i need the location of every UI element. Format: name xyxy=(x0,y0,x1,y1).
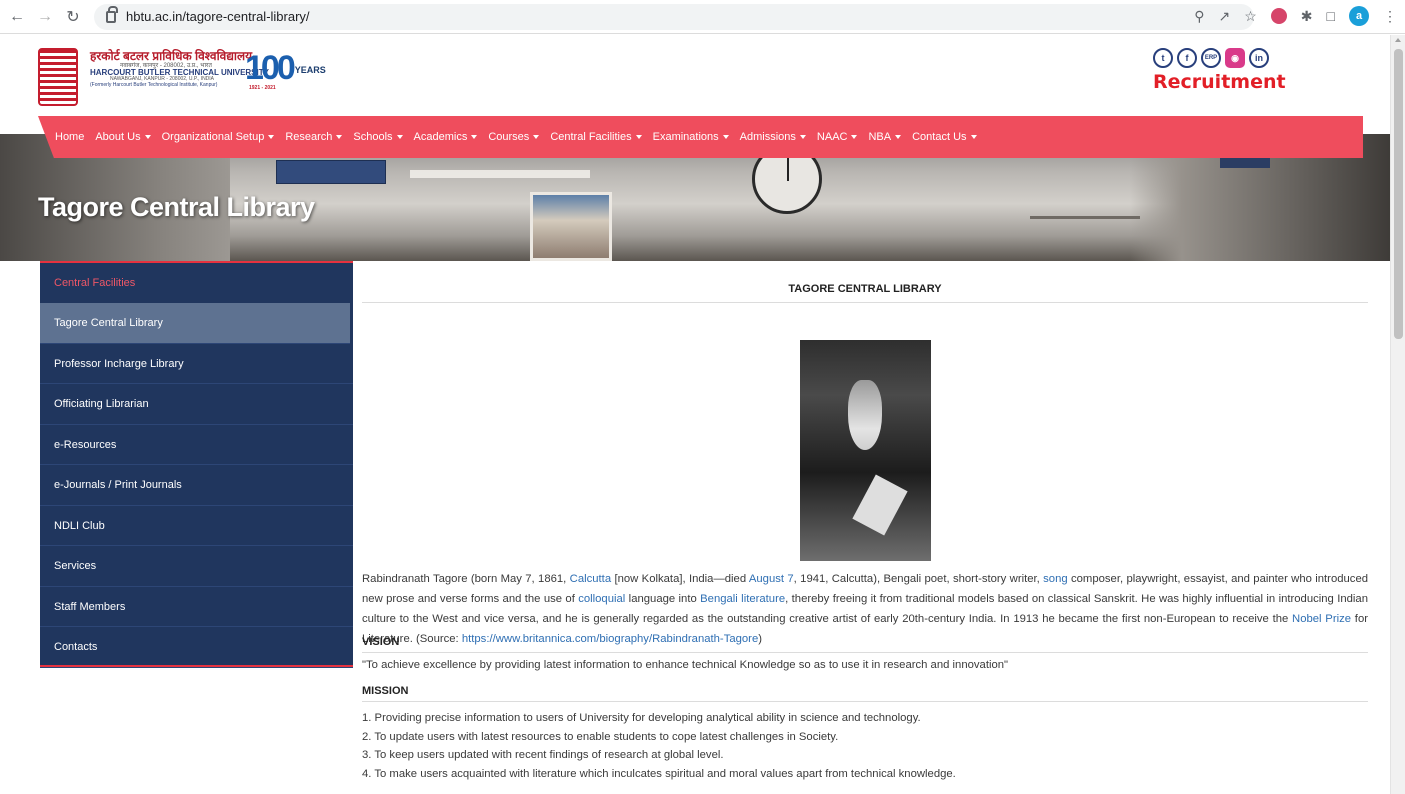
sidebar-menu: Central Facilities Tagore Central Librar… xyxy=(40,261,353,668)
nav-item-examinations[interactable]: Examinations xyxy=(653,131,729,143)
nav-item-about-us[interactable]: About Us xyxy=(95,131,151,143)
colloquial-link[interactable]: colloquial xyxy=(578,593,625,605)
mission-item: 4. To make users acquainted with literat… xyxy=(362,767,956,780)
vision-text: "To achieve excellence by providing late… xyxy=(362,659,1009,671)
browser-toolbar: ← → ↻ hbtu.ac.in/tagore-central-library/… xyxy=(0,0,1405,34)
nav-item-organizational-setup[interactable]: Organizational Setup xyxy=(162,131,275,143)
caret-down-icon xyxy=(396,135,403,139)
mission-item: 1. Providing precise information to user… xyxy=(362,712,921,724)
mission-item: 3. To keep users updated with recent fin… xyxy=(362,749,724,761)
site-header: हरकोर्ट बटलर प्राविधिक विश्वविद्यालय नवा… xyxy=(0,35,1390,119)
instagram-icon[interactable]: ◉ xyxy=(1225,48,1245,68)
caret-down-icon xyxy=(268,135,275,139)
facebook-icon[interactable]: f xyxy=(1177,48,1197,68)
sidebar-item-staff-members[interactable]: Staff Members xyxy=(40,587,353,627)
main-content: TAGORE CENTRAL LIBRARY Rabindranath Tago… xyxy=(362,283,1368,780)
mission-item: 2. To update users with latest resources… xyxy=(362,730,839,743)
mission-list: 1. Providing precise information to user… xyxy=(362,709,956,783)
browser-actions: ⚲ ↗ ☆ ✱ □ a ⋮ xyxy=(1194,6,1397,26)
calcutta-link[interactable]: Calcutta xyxy=(570,573,611,585)
nav-item-schools[interactable]: Schools xyxy=(353,131,403,143)
scrollbar-thumb[interactable] xyxy=(1394,49,1403,339)
linkedin-icon[interactable]: in xyxy=(1249,48,1269,68)
back-arrow-icon[interactable]: ← xyxy=(6,6,28,28)
puzzle-extensions-icon[interactable]: ✱ xyxy=(1301,8,1313,25)
notice-board-image xyxy=(276,160,386,184)
recruitment-link[interactable]: Recruitment xyxy=(1153,71,1286,93)
page-scrollbar[interactable] xyxy=(1390,35,1405,794)
sidebar-item-e-journals-print-journals[interactable]: e-Journals / Print Journals xyxy=(40,465,353,506)
centenary-range: 1921 - 2021 xyxy=(249,85,276,91)
university-name-hindi: हरकोर्ट बटलर प्राविधिक विश्वविद्यालय xyxy=(90,49,253,63)
sidebar-item-services[interactable]: Services xyxy=(40,546,353,587)
caret-down-icon xyxy=(851,135,858,139)
university-name-block: हरकोर्ट बटलर प्राविधिक विश्वविद्यालय नवा… xyxy=(90,50,269,88)
twitter-icon[interactable]: t xyxy=(1153,48,1173,68)
lock-icon xyxy=(106,5,118,23)
centenary-word: YEARS xyxy=(294,65,326,75)
nav-item-contact-us[interactable]: Contact Us xyxy=(912,131,977,143)
erp-icon[interactable]: ERP xyxy=(1201,48,1221,68)
sidebar-item-contacts[interactable]: Contacts xyxy=(40,627,353,668)
nav-item-courses[interactable]: Courses xyxy=(488,131,540,143)
centenary-logo: 100 YEARS 1921 - 2021 xyxy=(245,49,326,91)
caret-down-icon xyxy=(635,135,642,139)
tagore-portrait-image xyxy=(530,192,612,261)
caret-down-icon xyxy=(533,135,540,139)
sidebar-heading[interactable]: Central Facilities xyxy=(40,263,353,303)
nav-item-academics[interactable]: Academics xyxy=(414,131,478,143)
caret-down-icon xyxy=(970,135,977,139)
sidebar-item-officiating-librarian[interactable]: Officiating Librarian xyxy=(40,384,353,425)
tagore-photo-image xyxy=(800,340,931,561)
song-link[interactable]: song xyxy=(1043,573,1068,585)
profile-avatar[interactable]: a xyxy=(1349,6,1369,26)
reload-icon[interactable]: ↻ xyxy=(62,6,84,28)
zoom-icon[interactable]: ⚲ xyxy=(1194,8,1204,25)
centenary-number: 100 xyxy=(245,49,296,87)
university-logo-icon[interactable] xyxy=(38,48,78,106)
sidebar-item-e-resources[interactable]: e-Resources xyxy=(40,425,353,465)
nobel-prize-link[interactable]: Nobel Prize xyxy=(1292,613,1351,625)
formerly-text: (Formerly Harcourt Butler Technological … xyxy=(90,81,218,88)
main-nav-menu: Home About Us Organizational Setup Research… xyxy=(38,116,1363,158)
nav-item-central-facilities[interactable]: Central Facilities xyxy=(550,131,642,143)
page-title: Tagore Central Library xyxy=(38,192,315,222)
nav-item-research[interactable]: Research xyxy=(285,131,343,143)
nav-item-naac[interactable]: NAAC xyxy=(817,131,858,143)
url-text: hbtu.ac.in/tagore-central-library/ xyxy=(126,9,310,24)
share-icon[interactable]: ↗ xyxy=(1219,8,1231,25)
sidebar-item-tagore-central-library[interactable]: Tagore Central Library xyxy=(40,303,350,344)
nav-item-admissions[interactable]: Admissions xyxy=(740,131,806,143)
vision-heading: VISION xyxy=(362,636,1368,653)
more-menu-icon[interactable]: ⋮ xyxy=(1383,8,1397,25)
scroll-up-icon[interactable] xyxy=(1395,38,1401,42)
sidebar-item-ndli-club[interactable]: NDLI Club xyxy=(40,506,353,546)
bookmark-star-icon[interactable]: ☆ xyxy=(1244,8,1257,25)
caret-down-icon xyxy=(336,135,343,139)
social-links: t f ERP ◉ in xyxy=(1153,48,1269,68)
nav-item-nba[interactable]: NBA xyxy=(868,131,902,143)
caret-down-icon xyxy=(722,135,729,139)
bengali-literature-link[interactable]: Bengali literature xyxy=(700,593,785,605)
caret-down-icon xyxy=(799,135,806,139)
august-7-link[interactable]: August 7 xyxy=(749,573,794,585)
caret-down-icon xyxy=(895,135,902,139)
extension-icon[interactable] xyxy=(1270,8,1287,24)
side-panel-icon[interactable]: □ xyxy=(1327,8,1335,24)
address-bar[interactable]: hbtu.ac.in/tagore-central-library/ xyxy=(94,3,1254,30)
caret-down-icon xyxy=(471,135,478,139)
forward-arrow-icon[interactable]: → xyxy=(34,6,56,28)
mission-heading: MISSION xyxy=(362,685,1368,702)
sidebar-item-professor-incharge-library[interactable]: Professor Incharge Library xyxy=(40,344,353,384)
nav-item-home[interactable]: Home xyxy=(55,131,84,143)
caret-down-icon xyxy=(144,135,151,139)
content-heading: TAGORE CENTRAL LIBRARY xyxy=(362,283,1368,303)
